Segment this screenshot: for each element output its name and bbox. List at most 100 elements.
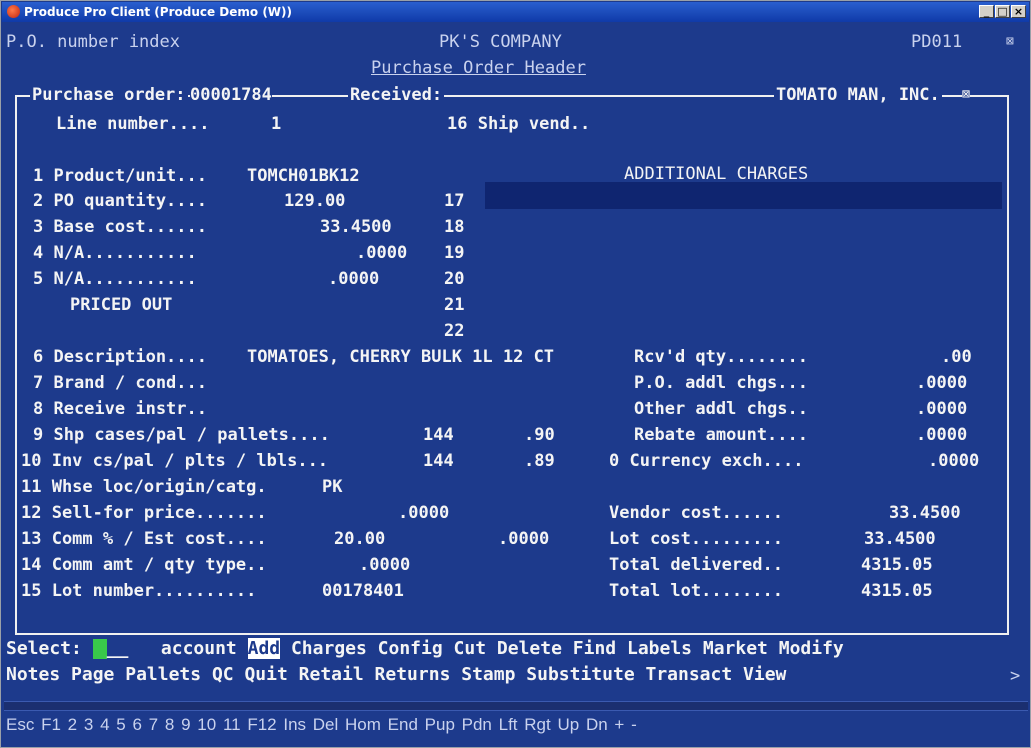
comm-amt-value[interactable]: .0000	[359, 554, 410, 576]
description-value[interactable]: TOMATOES, CHERRY BULK 1L 12 CT	[247, 346, 554, 368]
company-name: PK'S COMPANY	[439, 32, 562, 52]
status-separator	[4, 701, 1028, 711]
fkey-esc[interactable]: Esc	[6, 715, 34, 734]
fkey-plus[interactable]: +	[614, 715, 624, 734]
po-quantity-label: 2 PO quantity....	[33, 191, 207, 211]
menu-modify[interactable]: Modify	[779, 638, 844, 659]
total-lot-label: Total lot........	[609, 581, 783, 601]
line-number-value[interactable]: 1	[271, 113, 281, 135]
fkey-lft[interactable]: Lft	[499, 715, 518, 734]
po-addl-value: .0000	[916, 373, 968, 393]
menu-quit[interactable]: Quit	[244, 664, 287, 685]
menu-view[interactable]: View	[743, 664, 786, 685]
fkey-rgt[interactable]: Rgt	[524, 715, 550, 734]
window-title: Produce Pro Client (Produce Demo (W))	[24, 5, 293, 19]
received-label: Received:	[348, 84, 445, 106]
select-input-tail[interactable]: __	[107, 638, 129, 659]
fkey-11[interactable]: 11	[223, 715, 241, 734]
maximize-button[interactable]: □	[995, 5, 1010, 18]
minimize-button[interactable]: _	[979, 5, 994, 18]
inv-cases-value[interactable]: 144	[423, 450, 454, 472]
charge-line-17: 17	[444, 191, 465, 211]
menu-transact[interactable]: Transact	[646, 664, 733, 685]
fkey-5[interactable]: 5	[116, 715, 125, 734]
screen-name: P.O. number index	[6, 32, 180, 52]
fkey-6[interactable]: 6	[132, 715, 141, 734]
fkey-minus[interactable]: -	[631, 715, 637, 734]
fkey-2[interactable]: 2	[68, 715, 77, 734]
currency-value: .0000	[928, 451, 980, 471]
na4-value[interactable]: .0000	[356, 242, 407, 264]
fkey-4[interactable]: 4	[100, 715, 109, 734]
fkey-pup[interactable]: Pup	[425, 715, 455, 734]
shp-label: 9 Shp cases/pal / pallets....	[33, 425, 330, 445]
corner-close-icon[interactable]: ⊠	[1006, 31, 1014, 53]
fkey-up[interactable]: Up	[557, 715, 579, 734]
shp-cases-value[interactable]: 144	[423, 424, 454, 446]
menu-labels[interactable]: Labels	[627, 638, 692, 659]
vendor-cost-value: 33.4500	[889, 503, 961, 523]
inv-pallets-value[interactable]: .89	[524, 450, 555, 472]
po-quantity-value[interactable]: 129.00	[284, 190, 345, 212]
menu-page[interactable]: Page	[71, 664, 114, 685]
menu-market[interactable]: Market	[703, 638, 768, 659]
comm-pct-value[interactable]: 20.00	[334, 528, 385, 550]
box-close-icon[interactable]: ⊠	[962, 84, 970, 106]
fkey-f1[interactable]: F1	[41, 715, 61, 734]
po-addl-label: P.O. addl chgs...	[634, 373, 808, 393]
fkey-f12[interactable]: F12	[247, 715, 276, 734]
na5-value[interactable]: .0000	[328, 268, 379, 290]
menu-more-icon[interactable]: >	[1010, 665, 1020, 687]
menu-charges[interactable]: Charges	[291, 638, 367, 659]
fkey-10[interactable]: 10	[197, 715, 216, 734]
menu-returns[interactable]: Returns	[375, 664, 451, 685]
total-lot-value: 4315.05	[861, 581, 933, 601]
na4-label: 4 N/A...........	[33, 243, 197, 263]
command-menu-row-2: Notes Page Pallets QC Quit Retail Return…	[6, 663, 786, 687]
close-button[interactable]: ×	[1011, 5, 1026, 18]
select-label: Select:	[6, 638, 82, 659]
menu-find[interactable]: Find	[573, 638, 616, 659]
vendor-cost-label: Vendor cost......	[609, 503, 783, 523]
whse-label: 11 Whse loc/origin/catg.	[21, 477, 267, 497]
product-value[interactable]: TOMCH01BK12	[247, 165, 360, 187]
menu-account[interactable]: account	[161, 638, 237, 659]
charge-line-22: 22	[444, 321, 465, 341]
fkey-hom[interactable]: Hom	[345, 715, 381, 734]
menu-config[interactable]: Config	[378, 638, 443, 659]
fkey-dn[interactable]: Dn	[586, 715, 608, 734]
rebate-label: Rebate amount....	[634, 425, 808, 445]
po-number[interactable]: 00001784	[190, 84, 272, 106]
menu-qc[interactable]: QC	[212, 664, 234, 685]
title-bar: Produce Pro Client (Produce Demo (W)) _ …	[2, 2, 1029, 22]
fkey-3[interactable]: 3	[84, 715, 93, 734]
base-cost-value[interactable]: 33.4500	[320, 216, 392, 238]
fkey-pdn[interactable]: Pdn	[462, 715, 492, 734]
menu-stamp[interactable]: Stamp	[461, 664, 515, 685]
comm-label: 13 Comm % / Est cost....	[21, 529, 267, 549]
menu-delete[interactable]: Delete	[497, 638, 562, 659]
select-cursor[interactable]	[92, 639, 107, 659]
receive-instr-label: 8 Receive instr..	[33, 399, 207, 419]
shp-pallets-value[interactable]: .90	[524, 424, 555, 446]
fkey-end[interactable]: End	[388, 715, 418, 734]
lot-number-value[interactable]: 00178401	[322, 580, 404, 602]
menu-pallets[interactable]: Pallets	[125, 664, 201, 685]
sell-value[interactable]: .0000	[398, 502, 449, 524]
fkey-8[interactable]: 8	[165, 715, 174, 734]
screen-title: Purchase Order Header	[371, 58, 586, 78]
est-cost-value[interactable]: .0000	[498, 528, 549, 550]
command-menu-row-1: Select: __ account Add Charges Config Cu…	[6, 637, 844, 661]
menu-retail[interactable]: Retail	[299, 664, 364, 685]
brand-label: 7 Brand / cond...	[33, 373, 207, 393]
fkey-9[interactable]: 9	[181, 715, 190, 734]
whse-value[interactable]: PK	[322, 476, 342, 498]
menu-notes[interactable]: Notes	[6, 664, 60, 685]
menu-substitute[interactable]: Substitute	[526, 664, 634, 685]
rebate-value: .0000	[916, 425, 968, 445]
fkey-del[interactable]: Del	[313, 715, 339, 734]
fkey-7[interactable]: 7	[149, 715, 158, 734]
menu-add[interactable]: Add	[247, 638, 281, 659]
menu-cut[interactable]: Cut	[454, 638, 487, 659]
fkey-ins[interactable]: Ins	[283, 715, 306, 734]
